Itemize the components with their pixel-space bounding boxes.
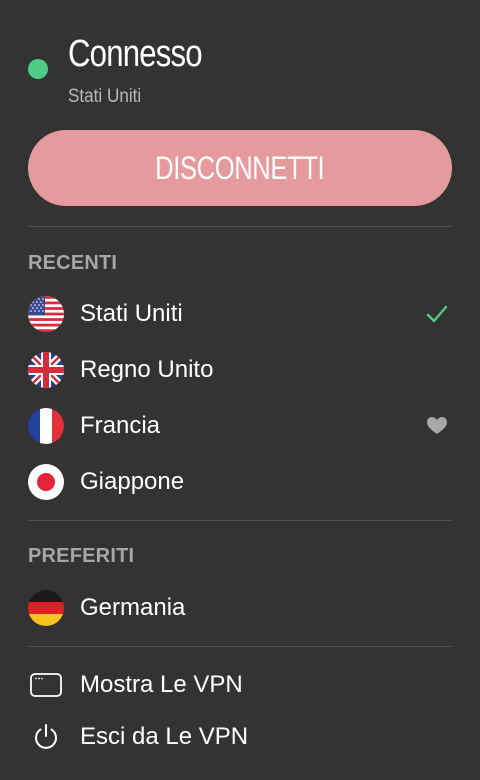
location-label: Germania bbox=[80, 594, 186, 621]
japan-flag-icon bbox=[28, 464, 64, 500]
location-label: Regno Unito bbox=[80, 356, 214, 383]
location-label: Francia bbox=[80, 412, 161, 439]
status-title: Connesso bbox=[68, 33, 203, 75]
location-item-united-kingdom[interactable]: Regno Unito bbox=[28, 346, 452, 394]
section-title-recent: RECENTI bbox=[28, 252, 118, 274]
location-item-united-states[interactable]: Stati Uniti bbox=[28, 290, 452, 338]
uk-flag-icon bbox=[28, 352, 64, 388]
show-vpn-label: Mostra Le VPN bbox=[80, 671, 243, 698]
location-item-germany[interactable]: Germania bbox=[28, 584, 452, 632]
divider bbox=[28, 646, 452, 647]
heart-icon[interactable] bbox=[424, 413, 450, 439]
window-icon bbox=[28, 667, 64, 703]
location-item-japan[interactable]: Giappone bbox=[28, 458, 452, 506]
status-location: Stati Uniti bbox=[68, 86, 142, 107]
divider bbox=[28, 226, 452, 227]
location-label: Giappone bbox=[80, 468, 185, 495]
connection-status: Connesso Stati Uniti bbox=[28, 0, 452, 120]
power-icon bbox=[28, 719, 64, 755]
quit-vpn-menu-item[interactable]: Esci da Le VPN bbox=[28, 713, 452, 761]
vpn-menu-panel: Connesso Stati Uniti DISCONNETTI RECENTI bbox=[0, 0, 480, 780]
france-flag-icon bbox=[28, 408, 64, 444]
location-item-france[interactable]: Francia bbox=[28, 402, 452, 450]
checkmark-icon bbox=[424, 301, 450, 327]
show-vpn-menu-item[interactable]: Mostra Le VPN bbox=[28, 661, 452, 709]
divider bbox=[28, 520, 452, 521]
quit-vpn-label: Esci da Le VPN bbox=[80, 723, 249, 750]
us-flag-icon bbox=[28, 296, 64, 332]
disconnect-button-label: DISCONNETTI bbox=[155, 149, 325, 186]
germany-flag-icon bbox=[28, 590, 64, 626]
section-title-favorites: PREFERITI bbox=[28, 545, 135, 567]
connected-status-dot bbox=[28, 59, 48, 79]
disconnect-button[interactable]: DISCONNETTI bbox=[28, 130, 452, 206]
location-label: Stati Uniti bbox=[80, 300, 183, 327]
